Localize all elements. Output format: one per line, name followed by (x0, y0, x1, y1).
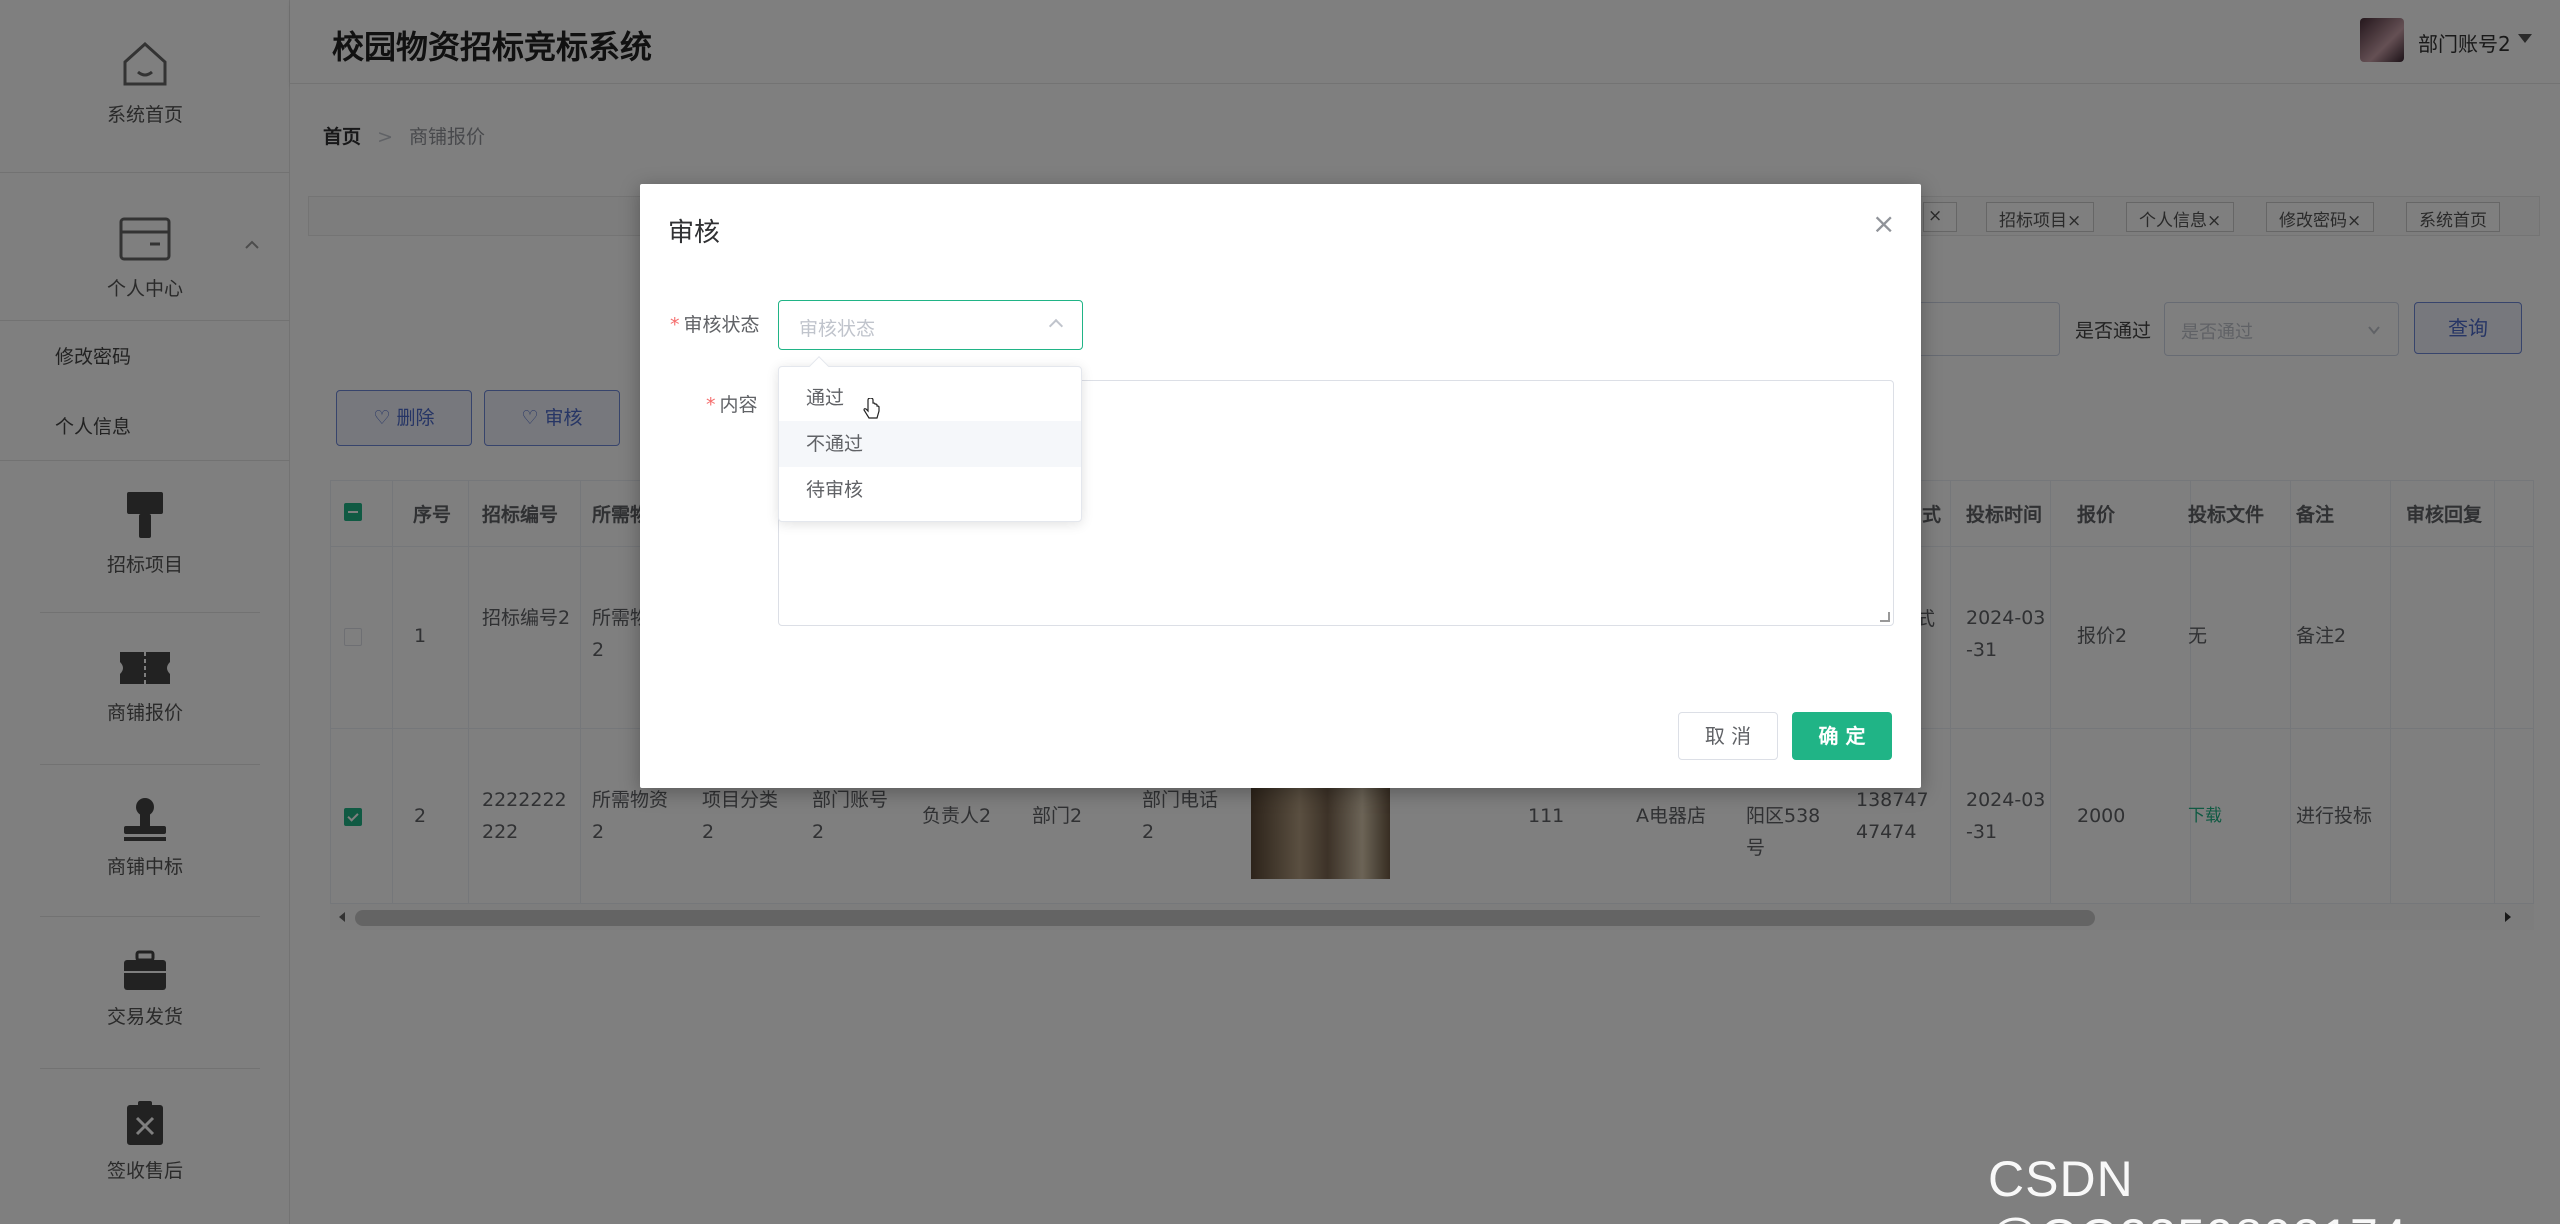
option-reject[interactable]: 不通过 (779, 421, 1081, 467)
status-label: * 审核状态 (670, 314, 760, 336)
watermark: CSDN @QQ3359892174 (1988, 1151, 2407, 1224)
confirm-button[interactable]: 确 定 (1792, 712, 1892, 760)
status-select-placeholder: 审核状态 (799, 318, 876, 340)
status-select[interactable]: 审核状态 (778, 300, 1083, 350)
chevron-up-icon (1048, 318, 1064, 334)
dialog-title: 审核 (668, 218, 721, 248)
option-pending[interactable]: 待审核 (779, 467, 1081, 513)
resize-handle-icon[interactable] (1880, 612, 1890, 622)
cancel-button[interactable]: 取 消 (1678, 712, 1778, 760)
required-mark: * (706, 394, 716, 416)
status-dropdown: 通过 不通过 待审核 (778, 366, 1082, 522)
content-label: * 内容 (706, 394, 758, 416)
close-icon[interactable]: × (1872, 210, 1895, 238)
option-pass[interactable]: 通过 (779, 375, 1081, 421)
required-mark: * (670, 314, 680, 336)
hand-cursor-icon (863, 398, 880, 419)
